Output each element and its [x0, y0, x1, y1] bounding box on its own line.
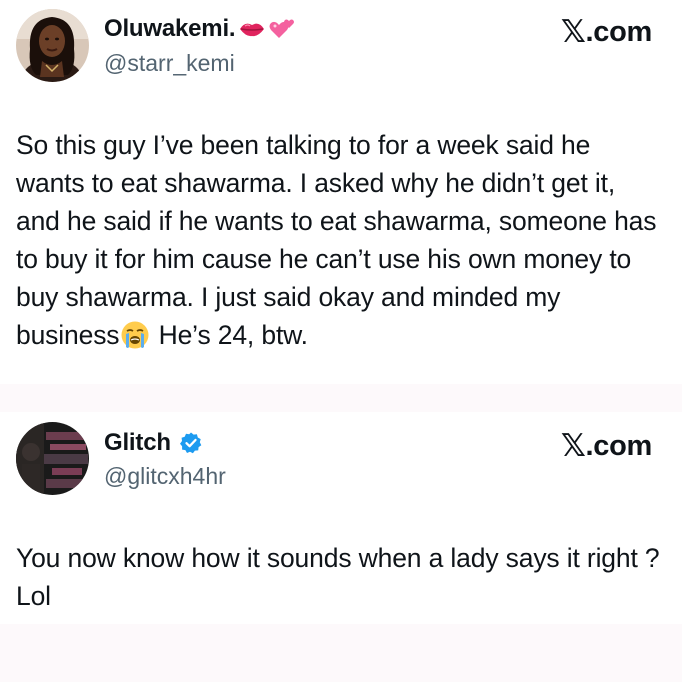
- two-hearts-emoji-icon: [269, 19, 295, 38]
- x-logo-icon: 𝕏: [560, 428, 586, 464]
- brand-text: .com: [585, 15, 653, 48]
- tweet-body-text-end: He’s 24, btw.: [158, 320, 308, 350]
- tweet-card-1[interactable]: Oluwakemi. @starr_kemi 𝕏 .com So this gu…: [0, 0, 682, 384]
- handle[interactable]: @starr_kemi: [104, 50, 235, 77]
- verified-badge-icon: [179, 432, 202, 454]
- display-name[interactable]: Oluwakemi.: [104, 15, 295, 43]
- loudly-crying-face-icon: [121, 321, 149, 349]
- tweet-body: You now know how it sounds when a lady s…: [16, 539, 660, 615]
- display-name-text[interactable]: Glitch: [104, 429, 171, 457]
- avatar-glitch[interactable]: [16, 422, 89, 495]
- avatar-glitch-image: [16, 422, 89, 495]
- avatar-oluwakemi-image: [16, 9, 89, 82]
- tweet-body-text: So this guy I’ve been talking to for a w…: [16, 130, 657, 350]
- display-name-text[interactable]: Oluwakemi.: [104, 15, 236, 43]
- x-com-brand: 𝕏 .com: [561, 14, 652, 50]
- handle[interactable]: @glitcxh4hr: [104, 463, 226, 490]
- bottom-background: [0, 624, 682, 682]
- tweet-body: So this guy I’ve been talking to for a w…: [16, 126, 660, 354]
- brand-text: .com: [585, 429, 653, 462]
- tweet-separator: [0, 384, 682, 412]
- tweet-card-2[interactable]: Glitch @glitcxh4hr 𝕏 .com You now know h…: [0, 412, 682, 682]
- tweet-body-text: You now know how it sounds when a lady s…: [16, 543, 660, 611]
- x-logo-icon: 𝕏: [560, 14, 586, 50]
- display-name[interactable]: Glitch: [104, 429, 203, 457]
- avatar-oluwakemi[interactable]: [16, 9, 89, 82]
- lips-emoji-icon: [240, 23, 265, 37]
- x-com-brand: 𝕏 .com: [561, 428, 652, 464]
- screenshot-canvas: Oluwakemi. @starr_kemi 𝕏 .com So this gu…: [0, 0, 682, 682]
